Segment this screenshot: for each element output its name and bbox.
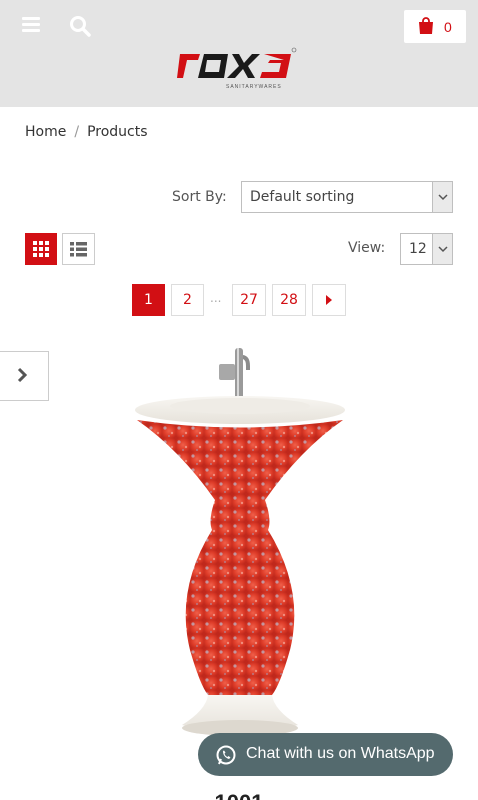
page-28-button[interactable]: 28 bbox=[272, 284, 306, 316]
sort-select[interactable]: Default sorting bbox=[241, 181, 453, 213]
sidebar-toggle-button[interactable] bbox=[0, 351, 49, 401]
list-icon bbox=[70, 242, 87, 257]
breadcrumb: Home / Products bbox=[25, 124, 148, 140]
product-image[interactable] bbox=[120, 340, 360, 745]
breadcrumb-separator: / bbox=[74, 124, 80, 140]
menu-icon[interactable] bbox=[22, 17, 40, 33]
grid-icon bbox=[33, 241, 49, 257]
sort-label: Sort By: bbox=[172, 189, 227, 205]
pagination-ellipsis: ... bbox=[210, 291, 222, 305]
view-count-select[interactable]: 12 bbox=[400, 233, 453, 265]
whatsapp-label: Chat with us on WhatsApp bbox=[246, 745, 435, 762]
shopping-bag-icon bbox=[419, 17, 433, 34]
search-icon[interactable] bbox=[69, 15, 91, 37]
page-27-button[interactable]: 27 bbox=[232, 284, 266, 316]
brand-tagline: SANITARYWARES bbox=[226, 84, 282, 90]
view-label: View: bbox=[348, 240, 386, 256]
page-1-button[interactable]: 1 bbox=[132, 284, 165, 316]
site-header: 0 SANITARYWARES bbox=[0, 0, 478, 107]
chevron-down-icon[interactable] bbox=[432, 182, 452, 212]
whatsapp-chat-button[interactable]: Chat with us on WhatsApp bbox=[198, 733, 453, 776]
breadcrumb-current: Products bbox=[87, 124, 148, 140]
chevron-right-icon bbox=[17, 367, 28, 383]
breadcrumb-home[interactable]: Home bbox=[25, 124, 66, 140]
list-view-button[interactable] bbox=[62, 233, 95, 265]
whatsapp-icon bbox=[216, 745, 236, 765]
grid-view-button[interactable] bbox=[25, 233, 57, 265]
caret-right-icon bbox=[326, 295, 332, 305]
chevron-down-icon[interactable] bbox=[432, 234, 452, 264]
view-count-value: 12 bbox=[409, 241, 427, 257]
page-2-button[interactable]: 2 bbox=[171, 284, 204, 316]
product-title[interactable]: 1001 bbox=[0, 790, 478, 800]
cart-count: 0 bbox=[444, 19, 452, 35]
sort-select-value: Default sorting bbox=[250, 189, 355, 205]
cart-button[interactable]: 0 bbox=[404, 10, 466, 43]
next-page-button[interactable] bbox=[312, 284, 346, 316]
